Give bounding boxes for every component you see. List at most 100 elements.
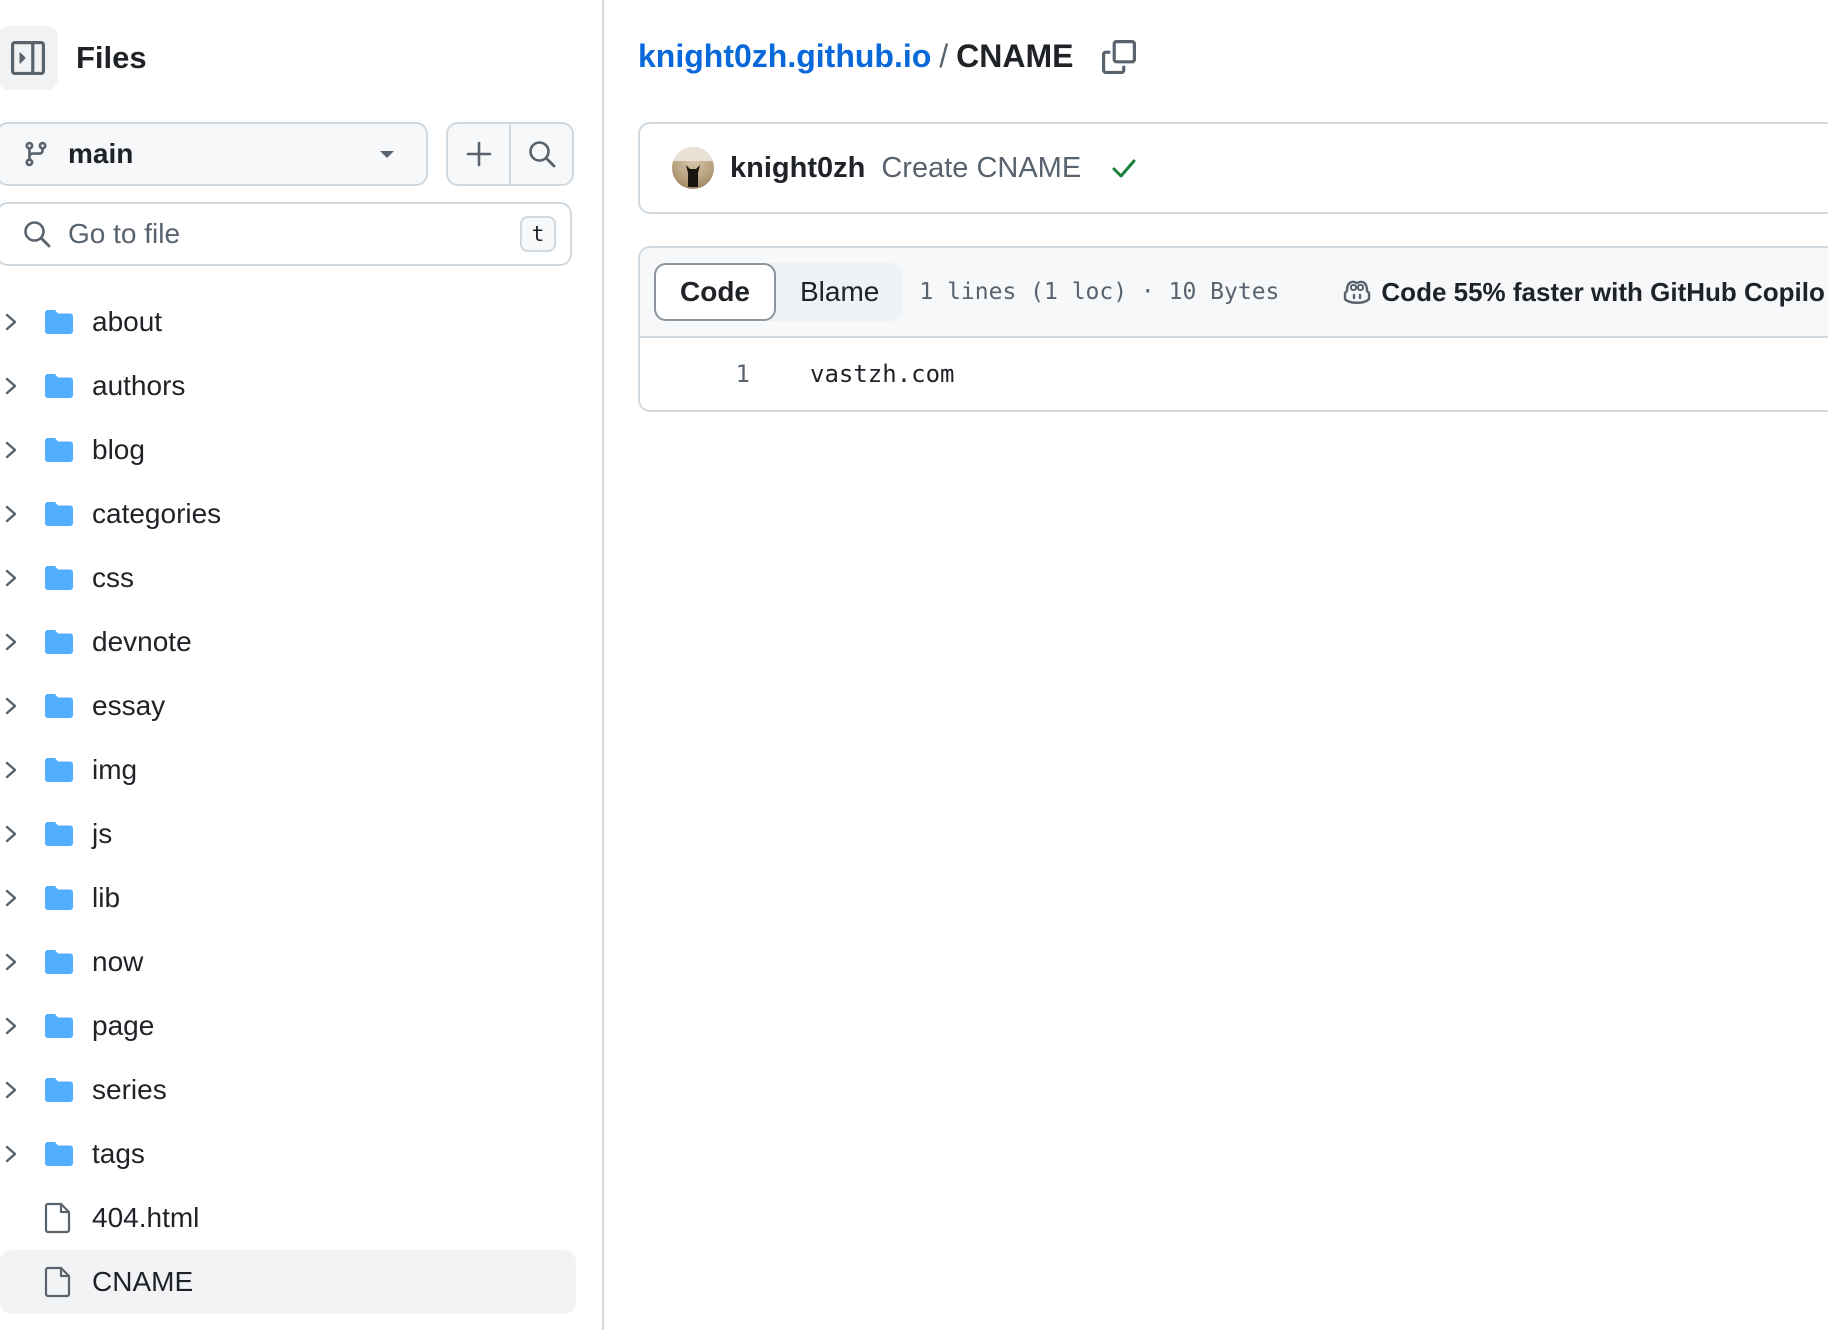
chevron-right-icon	[5, 505, 17, 523]
keyboard-shortcut-hint: t	[520, 216, 556, 252]
sidebar-title: Files	[76, 40, 147, 75]
tree-item-folder[interactable]: series	[0, 1058, 576, 1122]
folder-icon	[45, 1014, 73, 1038]
tree-item-folder[interactable]: now	[0, 930, 576, 994]
chevron-right-icon	[5, 889, 17, 907]
chevron-right-icon	[5, 697, 17, 715]
collapse-sidebar-button[interactable]	[0, 26, 58, 90]
tree-item-label: categories	[92, 498, 222, 529]
expand-folder-toggle[interactable]	[4, 1080, 18, 1105]
copilot-icon	[1344, 280, 1371, 304]
tree-item-folder[interactable]: categories	[0, 482, 576, 546]
expand-folder-toggle[interactable]	[4, 632, 18, 657]
line-number[interactable]: 1	[640, 360, 750, 388]
sidebar-collapse-icon	[11, 41, 45, 75]
tree-item-file[interactable]: 404.html	[0, 1186, 576, 1250]
file-icon-wrap	[44, 1266, 72, 1303]
chevron-right-icon	[5, 1145, 17, 1163]
tree-item-folder[interactable]: page	[0, 994, 576, 1058]
breadcrumb-file-name: CNAME	[956, 38, 1074, 74]
commit-message[interactable]: Create CNAME	[881, 152, 1081, 185]
add-file-button[interactable]	[448, 124, 509, 184]
avatar[interactable]	[672, 147, 714, 189]
tree-item-label: authors	[92, 370, 186, 401]
line-content: vastzh.com	[810, 360, 955, 388]
file-tree: about authors blog categories css devnote essa…	[0, 290, 576, 1314]
latest-commit-box: knight0zh Create CNAME	[638, 122, 1828, 214]
tree-item-label: js	[92, 818, 113, 849]
file-header: Code Blame 1 lines (1 loc) · 10 Bytes Co…	[640, 248, 1828, 338]
expand-folder-toggle[interactable]	[4, 504, 18, 529]
tree-item-folder[interactable]: lib	[0, 866, 576, 930]
tree-item-folder[interactable]: css	[0, 546, 576, 610]
folder-icon-wrap	[44, 1074, 74, 1111]
tree-item-folder[interactable]: tags	[0, 1122, 576, 1186]
tree-item-label: about	[92, 306, 163, 337]
expand-folder-toggle[interactable]	[4, 568, 18, 593]
folder-icon-wrap	[44, 882, 74, 919]
chevron-right-icon	[5, 377, 17, 395]
tree-item-folder[interactable]: devnote	[0, 610, 576, 674]
tree-item-label: now	[92, 946, 144, 977]
file-tree-sidebar: Files main Go to file t about authors bl…	[0, 0, 604, 1330]
chevron-right-icon	[5, 825, 17, 843]
folder-icon-wrap	[44, 1138, 74, 1175]
chevron-right-icon	[5, 1081, 17, 1099]
tree-item-folder[interactable]: js	[0, 802, 576, 866]
expand-folder-toggle[interactable]	[4, 312, 18, 337]
chevron-right-icon	[5, 313, 17, 331]
tree-item-folder[interactable]: about	[0, 290, 576, 354]
search-icon	[528, 141, 555, 168]
tree-item-file[interactable]: CNAME	[0, 1250, 576, 1314]
breadcrumb-separator: /	[939, 38, 949, 74]
tree-item-folder[interactable]: blog	[0, 418, 576, 482]
code-viewer: 1 vastzh.com	[640, 338, 1828, 410]
expand-folder-toggle[interactable]	[4, 440, 18, 465]
avatar-figure-icon	[672, 147, 714, 187]
expand-folder-toggle[interactable]	[4, 760, 18, 785]
expand-folder-toggle[interactable]	[4, 1016, 18, 1041]
tree-item-label: lib	[92, 882, 121, 913]
folder-icon-wrap	[44, 1010, 74, 1047]
folder-icon	[45, 374, 73, 398]
expand-folder-toggle[interactable]	[4, 1144, 18, 1169]
expand-folder-toggle[interactable]	[4, 696, 18, 721]
chevron-right-icon	[5, 953, 17, 971]
file-icon-wrap	[44, 1202, 72, 1239]
folder-icon-wrap	[44, 498, 74, 535]
expand-folder-toggle[interactable]	[4, 824, 18, 849]
go-to-file-input[interactable]: Go to file t	[0, 202, 572, 266]
folder-icon	[45, 630, 73, 654]
copilot-promo-text: Code 55% faster with GitHub Copilo	[1381, 276, 1825, 307]
sidebar-header: Files	[0, 26, 600, 90]
folder-icon-wrap	[44, 626, 74, 663]
tree-item-folder[interactable]: authors	[0, 354, 576, 418]
copy-icon	[1101, 39, 1136, 74]
tree-item-folder[interactable]: img	[0, 738, 576, 802]
breadcrumb-repo-link[interactable]: knight0zh.github.io	[638, 38, 931, 75]
folder-icon	[45, 758, 73, 782]
chevron-right-icon	[5, 1017, 17, 1035]
tree-item-label: css	[92, 562, 134, 593]
check-icon	[1112, 159, 1136, 178]
expand-folder-toggle[interactable]	[4, 888, 18, 913]
expand-folder-toggle[interactable]	[4, 376, 18, 401]
git-branch-icon	[25, 141, 47, 167]
tab-blame[interactable]: Blame	[776, 263, 903, 321]
tree-item-folder[interactable]: essay	[0, 674, 576, 738]
expand-folder-toggle[interactable]	[4, 952, 18, 977]
chevron-right-icon	[5, 633, 17, 651]
tree-item-label: CNAME	[92, 1266, 194, 1297]
folder-icon	[45, 950, 73, 974]
copy-path-button[interactable]	[1101, 39, 1136, 74]
branch-selector[interactable]: main	[0, 122, 428, 186]
folder-icon	[45, 694, 73, 718]
folder-icon	[45, 822, 73, 846]
tab-code[interactable]: Code	[654, 263, 776, 321]
commit-author[interactable]: knight0zh	[730, 152, 865, 185]
folder-icon-wrap	[44, 370, 74, 407]
file-icon	[44, 1266, 71, 1298]
search-code-button[interactable]	[509, 124, 572, 184]
folder-icon	[45, 566, 73, 590]
copilot-promo-link[interactable]: Code 55% faster with GitHub Copilo	[1341, 276, 1825, 308]
